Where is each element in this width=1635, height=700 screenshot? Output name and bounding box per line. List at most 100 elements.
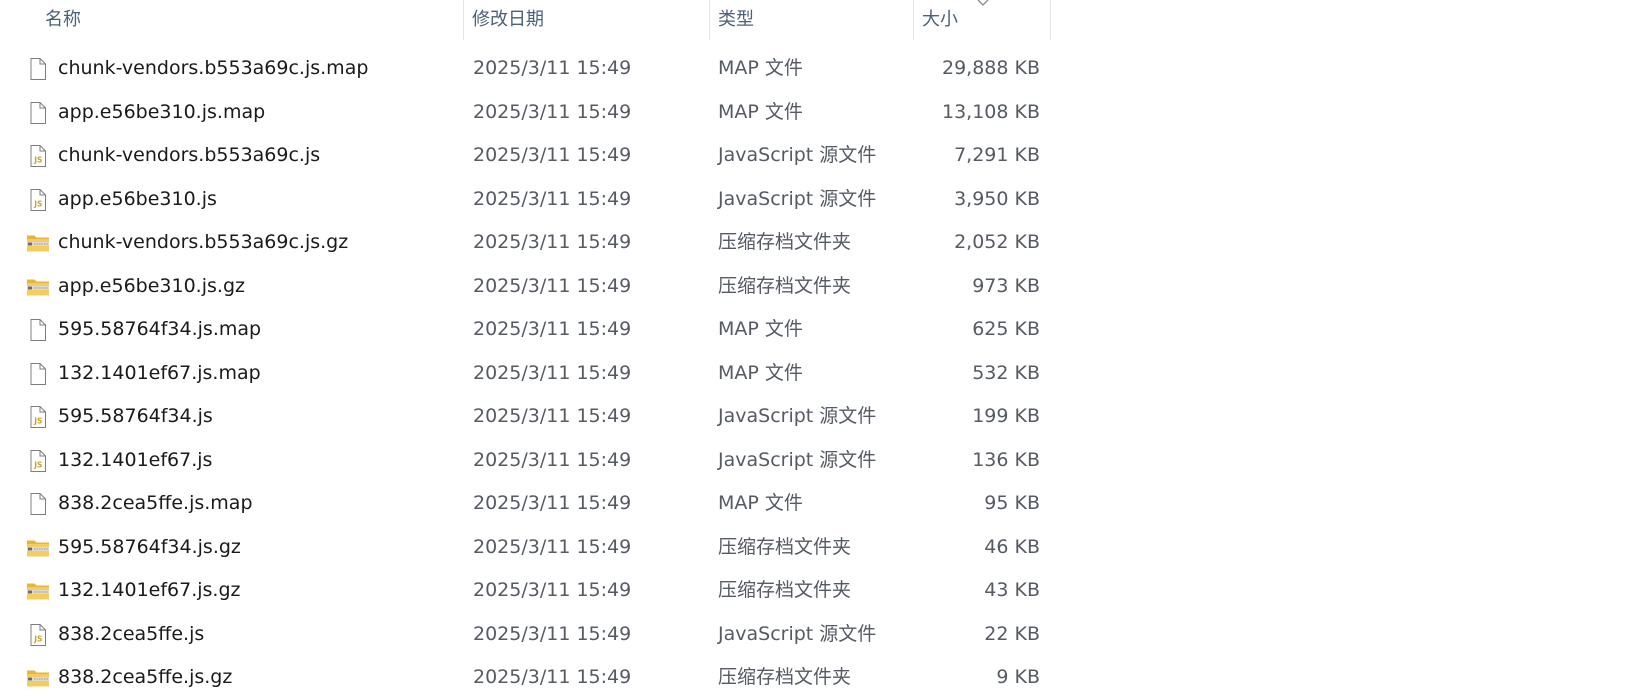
- svg-text:JS: JS: [33, 199, 42, 208]
- file-size: 199 KB: [972, 405, 1040, 427]
- file-name: 132.1401ef67.js.map: [58, 361, 261, 384]
- js-file-icon: JS: [26, 144, 50, 168]
- column-divider[interactable]: [709, 0, 710, 40]
- js-file-icon: JS: [26, 449, 50, 473]
- file-modified-date: 2025/3/11 15:49: [473, 666, 632, 688]
- file-name: app.e56be310.js.map: [58, 100, 266, 123]
- file-type: MAP 文件: [718, 100, 803, 123]
- js-file-icon: JS: [26, 188, 50, 212]
- file-modified-date: 2025/3/11 15:49: [473, 187, 632, 210]
- file-type: 压缩存档文件夹: [718, 274, 852, 297]
- table-row[interactable]: JS 595.58764f34.js 2025/3/11 15:49 JavaS…: [0, 395, 1050, 439]
- zip-folder-icon: [26, 231, 50, 255]
- file-name: app.e56be310.js.gz: [58, 274, 245, 297]
- svg-text:JS: JS: [33, 417, 42, 426]
- file-size: 29,888 KB: [941, 57, 1040, 79]
- table-row[interactable]: chunk-vendors.b553a69c.js.gz 2025/3/11 1…: [0, 221, 1050, 265]
- file-modified-date: 2025/3/11 15:49: [473, 622, 632, 645]
- file-type: MAP 文件: [718, 318, 803, 340]
- file-size: 46 KB: [984, 535, 1040, 558]
- file-name: 595.58764f34.js.gz: [58, 535, 241, 558]
- svg-text:JS: JS: [33, 634, 42, 643]
- zip-folder-icon: [26, 536, 50, 560]
- file-modified-date: 2025/3/11 15:49: [473, 361, 632, 384]
- zip-folder-icon: [26, 666, 50, 690]
- file-type: MAP 文件: [718, 492, 803, 514]
- file-modified-date: 2025/3/11 15:49: [473, 448, 632, 471]
- table-row[interactable]: 132.1401ef67.js.gz 2025/3/11 15:49 压缩存档文…: [0, 569, 1050, 613]
- column-divider[interactable]: [1050, 0, 1051, 40]
- file-type: JavaScript 源文件: [718, 187, 877, 210]
- file-name: 838.2cea5ffe.js: [58, 622, 205, 645]
- file-type: MAP 文件: [718, 361, 803, 384]
- column-header-type[interactable]: 类型: [718, 0, 908, 40]
- file-name: app.e56be310.js: [58, 187, 217, 210]
- table-row[interactable]: JS app.e56be310.js 2025/3/11 15:49 JavaS…: [0, 178, 1050, 222]
- file-modified-date: 2025/3/11 15:49: [473, 57, 632, 79]
- file-modified-date: 2025/3/11 15:49: [473, 492, 632, 514]
- js-file-icon: JS: [26, 623, 50, 647]
- table-row[interactable]: 838.2cea5ffe.js.map 2025/3/11 15:49 MAP …: [0, 482, 1050, 526]
- column-header-row: 名称 修改日期 类型 大小: [0, 0, 1051, 40]
- table-row[interactable]: 132.1401ef67.js.map 2025/3/11 15:49 MAP …: [0, 352, 1050, 396]
- file-size: 2,052 KB: [954, 231, 1040, 253]
- js-file-icon: JS: [26, 405, 50, 429]
- file-size: 136 KB: [972, 448, 1040, 471]
- table-row[interactable]: JS 132.1401ef67.js 2025/3/11 15:49 JavaS…: [0, 439, 1050, 483]
- file-modified-date: 2025/3/11 15:49: [473, 405, 632, 427]
- table-row[interactable]: 838.2cea5ffe.js.gz 2025/3/11 15:49 压缩存档文…: [0, 656, 1050, 700]
- file-modified-date: 2025/3/11 15:49: [473, 535, 632, 558]
- column-header-name[interactable]: 名称: [45, 0, 460, 40]
- file-size: 43 KB: [984, 579, 1040, 601]
- table-row[interactable]: JS 838.2cea5ffe.js 2025/3/11 15:49 JavaS…: [0, 613, 1050, 657]
- file-modified-date: 2025/3/11 15:49: [473, 274, 632, 297]
- file-type: MAP 文件: [718, 57, 803, 79]
- file-type: JavaScript 源文件: [718, 622, 877, 645]
- file-type: JavaScript 源文件: [718, 405, 877, 427]
- file-type: 压缩存档文件夹: [718, 579, 852, 601]
- file-icon: [26, 57, 50, 81]
- file-modified-date: 2025/3/11 15:49: [473, 231, 632, 253]
- table-row[interactable]: app.e56be310.js.map 2025/3/11 15:49 MAP …: [0, 91, 1050, 135]
- file-size: 7,291 KB: [954, 144, 1040, 166]
- table-row[interactable]: JS chunk-vendors.b553a69c.js 2025/3/11 1…: [0, 134, 1050, 178]
- file-icon: [26, 492, 50, 516]
- file-type: JavaScript 源文件: [718, 144, 877, 166]
- file-type: 压缩存档文件夹: [718, 666, 852, 688]
- file-size: 9 KB: [996, 666, 1040, 688]
- zip-folder-icon: [26, 579, 50, 603]
- file-name: 595.58764f34.js.map: [58, 318, 262, 340]
- table-row[interactable]: chunk-vendors.b553a69c.js.map 2025/3/11 …: [0, 47, 1050, 91]
- file-modified-date: 2025/3/11 15:49: [473, 318, 632, 340]
- chevron-down-icon: [977, 0, 989, 6]
- file-name: 838.2cea5ffe.js.gz: [58, 666, 233, 688]
- file-size: 22 KB: [984, 622, 1040, 645]
- file-modified-date: 2025/3/11 15:49: [473, 100, 632, 123]
- file-size: 532 KB: [972, 361, 1040, 384]
- file-name: chunk-vendors.b553a69c.js: [58, 144, 321, 166]
- table-row[interactable]: 595.58764f34.js.gz 2025/3/11 15:49 压缩存档文…: [0, 526, 1050, 570]
- svg-text:JS: JS: [33, 460, 42, 469]
- file-name: chunk-vendors.b553a69c.js.map: [58, 57, 369, 79]
- zip-folder-icon: [26, 275, 50, 299]
- file-name: 132.1401ef67.js: [58, 448, 213, 471]
- file-type: JavaScript 源文件: [718, 448, 877, 471]
- file-size: 13,108 KB: [941, 100, 1040, 123]
- file-name: chunk-vendors.b553a69c.js.gz: [58, 231, 349, 253]
- file-size: 95 KB: [984, 492, 1040, 514]
- file-icon: [26, 318, 50, 342]
- column-header-date[interactable]: 修改日期: [472, 0, 704, 40]
- file-modified-date: 2025/3/11 15:49: [473, 144, 632, 166]
- file-size: 973 KB: [972, 274, 1040, 297]
- table-row[interactable]: 595.58764f34.js.map 2025/3/11 15:49 MAP …: [0, 308, 1050, 352]
- column-divider[interactable]: [463, 0, 464, 40]
- file-name: 838.2cea5ffe.js.map: [58, 492, 253, 514]
- file-type: 压缩存档文件夹: [718, 535, 852, 558]
- file-modified-date: 2025/3/11 15:49: [473, 579, 632, 601]
- svg-text:JS: JS: [33, 156, 42, 165]
- file-size: 625 KB: [972, 318, 1040, 340]
- column-divider[interactable]: [913, 0, 914, 40]
- file-rows: chunk-vendors.b553a69c.js.map 2025/3/11 …: [0, 47, 1050, 700]
- table-row[interactable]: app.e56be310.js.gz 2025/3/11 15:49 压缩存档文…: [0, 265, 1050, 309]
- file-name: 595.58764f34.js: [58, 405, 213, 427]
